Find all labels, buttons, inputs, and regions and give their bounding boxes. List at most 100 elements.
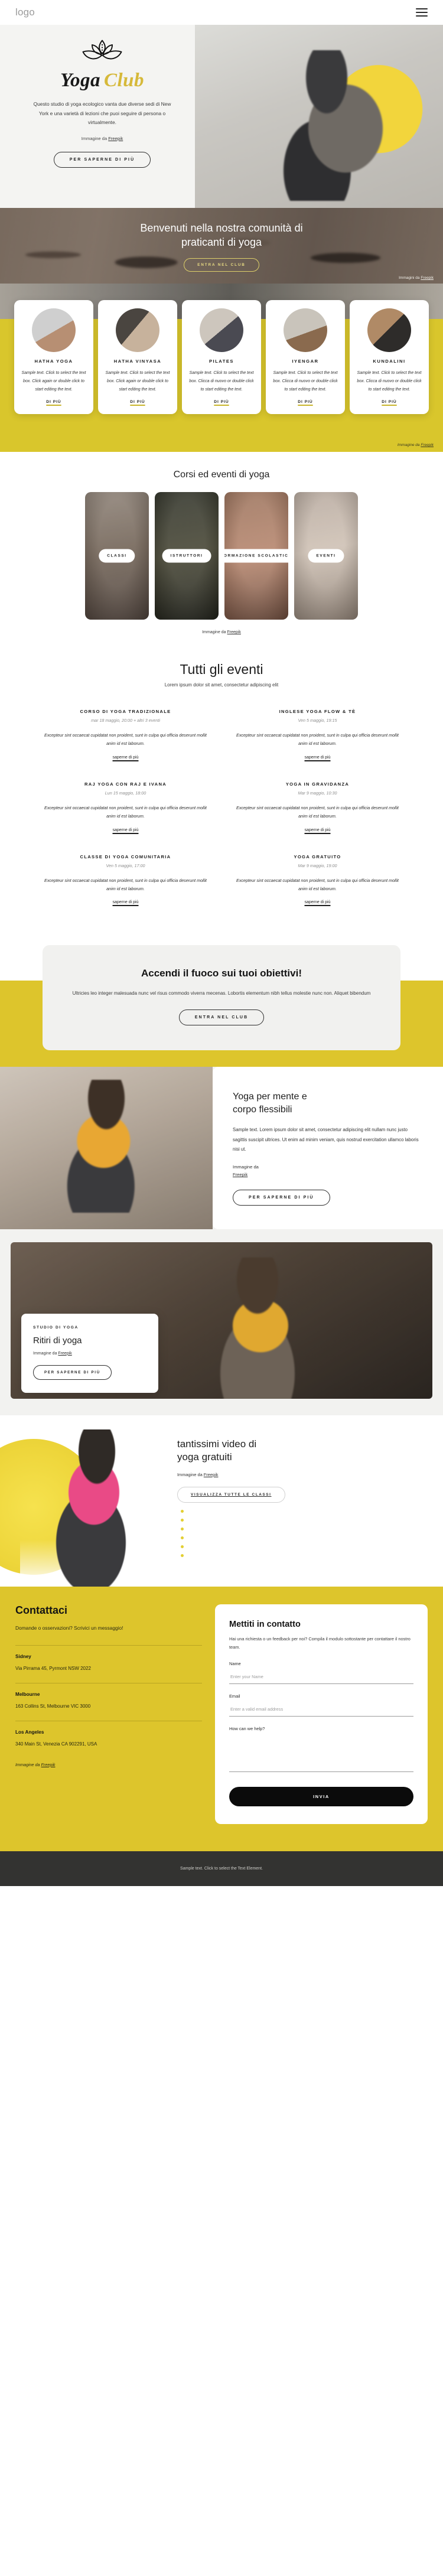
- yoga-styles-section: HATHA YOGA Sample text. Click to select …: [0, 284, 443, 452]
- yoga-style-more-link[interactable]: DI PIÙ: [214, 400, 229, 404]
- hero-content: Yoga Club Questo studio di yoga ecologico…: [5, 25, 200, 168]
- event-title: CLASSE DI YOGA COMUNITARIA: [80, 854, 171, 859]
- location-address: 340 Main St, Venezia CA 902291, USA: [15, 1741, 97, 1747]
- event-more-link[interactable]: saperne di più: [113, 755, 139, 760]
- cta-title: Accendi il fuoco sui tuoi obiettivi!: [141, 968, 302, 979]
- free-videos-content: tantissimi video di yoga gratuiti Immagi…: [177, 1438, 425, 1503]
- yoga-style-title: HATHA YOGA: [34, 359, 73, 364]
- contact-form-card: Mettiti in contatto Hai una richiesta o …: [215, 1604, 428, 1824]
- contact-heading: Contattaci: [15, 1604, 68, 1616]
- event-description: Excepteur sint occaecat cupidatat non pr…: [44, 805, 207, 819]
- course-card-istruttori[interactable]: ISTRUTTORI: [155, 492, 219, 620]
- courses-card-list: CLASSI ISTRUTTORI FORMAZIONE SCOLASTICA …: [0, 492, 443, 620]
- contact-subheading: Domande o osservazioni? Scrivici un mess…: [15, 1624, 123, 1631]
- free-videos-image: [20, 1429, 168, 1587]
- flexible-body-learn-more-button[interactable]: PER SAPERNE DI PIÙ: [233, 1189, 330, 1206]
- location-address: 163 Collins St, Melbourne VIC 3000: [15, 1703, 91, 1709]
- contact-image-credit: Immagine da Freepik: [15, 1762, 202, 1767]
- retreat-image-credit: Immagine da Freepik: [33, 1351, 146, 1356]
- dot: [181, 1527, 184, 1530]
- course-card-formazione[interactable]: FORMAZIONE SCOLASTICA: [224, 492, 288, 620]
- name-input[interactable]: [229, 1672, 413, 1684]
- decorative-dots: [181, 1509, 184, 1563]
- flexible-body-content: Yoga per mente e corpo flessibili Sample…: [213, 1067, 443, 1229]
- course-card-label[interactable]: ISTRUTTORI: [162, 549, 211, 563]
- free-videos-credit-prefix: Immagine da: [177, 1472, 204, 1477]
- event-description: Excepteur sint occaecat cupidatat non pr…: [44, 732, 207, 747]
- event-more-link[interactable]: saperne di più: [305, 755, 331, 760]
- message-textarea[interactable]: [229, 1735, 413, 1772]
- course-card-label[interactable]: EVENTI: [308, 549, 344, 563]
- email-input[interactable]: [229, 1704, 413, 1717]
- dot: [181, 1509, 184, 1513]
- hamburger-menu-icon[interactable]: [416, 8, 428, 17]
- welcome-title-line-1: Benvenuti nella nostra comunità di: [140, 222, 303, 234]
- yoga-style-card[interactable]: KUNDALINI Sample text. Click to select t…: [350, 300, 429, 414]
- yoga-style-avatar: [284, 308, 327, 352]
- course-card-classi[interactable]: CLASSI: [85, 492, 149, 620]
- hero-credit-link[interactable]: Freepik: [108, 136, 123, 141]
- yoga-style-avatar: [32, 308, 76, 352]
- flexible-body-image: [0, 1067, 213, 1229]
- yoga-style-more-link[interactable]: DI PIÙ: [382, 400, 396, 404]
- contact-credit-link[interactable]: Freepik: [41, 1762, 56, 1767]
- view-all-classes-button[interactable]: VISUALIZZA TUTTE LE CLASSI: [177, 1487, 285, 1503]
- welcome-join-club-button[interactable]: ENTRA NEL CLUB: [184, 258, 259, 272]
- event-title: RAJ YOGA CON RAJ E IVANA: [84, 781, 167, 787]
- courses-heading: Corsi ed eventi di yoga: [173, 470, 270, 480]
- event-item: CORSO DI YOGA TRADIZIONALE mar 18 maggio…: [41, 709, 210, 761]
- free-videos-credit-link[interactable]: Freepik: [204, 1472, 219, 1477]
- lotus-flower-icon: [82, 40, 122, 60]
- yoga-style-card[interactable]: HATHA YOGA Sample text. Click to select …: [14, 300, 93, 414]
- yoga-style-card[interactable]: HATHA VINYASA Sample text. Click to sele…: [98, 300, 177, 414]
- submit-button[interactable]: INVIA: [229, 1786, 413, 1806]
- location-address: Via Pirrama 45, Pyrmont NSW 2022: [15, 1665, 91, 1671]
- event-title: YOGA IN GRAVIDANZA: [285, 781, 350, 787]
- course-card-label[interactable]: FORMAZIONE SCOLASTICA: [224, 549, 288, 563]
- event-item: CLASSE DI YOGA COMUNITARIA Ven 5 maggio,…: [41, 854, 210, 907]
- event-more-link[interactable]: saperne di più: [113, 828, 139, 832]
- welcome-title: Benvenuti nella nostra comunità di prati…: [0, 221, 443, 250]
- free-videos-heading: tantissimi video di yoga gratuiti: [177, 1438, 425, 1464]
- yoga-style-more-link[interactable]: DI PIÙ: [46, 400, 61, 404]
- course-card-label[interactable]: CLASSI: [99, 549, 135, 563]
- brand-word-yoga: Yoga: [60, 70, 100, 91]
- yoga-style-card[interactable]: IYENGAR Sample text. Click to select the…: [266, 300, 345, 414]
- retreat-learn-more-button[interactable]: PER SAPERNE DI PIÙ: [33, 1364, 112, 1380]
- dot: [181, 1536, 184, 1539]
- yoga-style-avatar: [200, 308, 243, 352]
- brand-word-club: Club: [103, 70, 145, 91]
- flexible-body-image-credit: Immagine da Freepik: [233, 1163, 423, 1179]
- retreat-section: STUDIO DI YOGA Ritiri di yoga Immagine d…: [0, 1229, 443, 1415]
- event-more-link[interactable]: saperne di più: [305, 828, 331, 832]
- course-card-eventi[interactable]: EVENTI: [294, 492, 358, 620]
- retreat-kicker: STUDIO DI YOGA: [33, 1325, 79, 1330]
- free-videos-heading-line-2: yoga gratuiti: [177, 1451, 232, 1463]
- courses-credit-link[interactable]: Freepik: [227, 630, 241, 634]
- site-logo[interactable]: logo: [15, 6, 35, 18]
- events-subheading: Lorem ipsum dolor sit amet, consectetur …: [164, 682, 279, 688]
- yoga-style-more-link[interactable]: DI PIÙ: [130, 400, 145, 404]
- event-more-link[interactable]: saperne di più: [113, 900, 139, 904]
- events-heading: Tutti gli eventi: [180, 662, 263, 677]
- welcome-credit-link[interactable]: Freepik: [421, 276, 434, 280]
- yoga-style-title: KUNDALINI: [373, 359, 406, 364]
- styles-credit-link[interactable]: Freepik: [421, 443, 434, 447]
- retreat-card: STUDIO DI YOGA Ritiri di yoga Immagine d…: [21, 1313, 158, 1393]
- welcome-banner-section: Benvenuti nella nostra comunità di prati…: [0, 208, 443, 284]
- courses-credit-prefix: Immagine da: [202, 630, 227, 634]
- events-section: Tutti gli eventi Lorem ipsum dolor sit a…: [0, 644, 443, 930]
- event-description: Excepteur sint occaecat cupidatat non pr…: [236, 805, 399, 819]
- yoga-style-avatar: [367, 308, 411, 352]
- flexible-body-credit-link[interactable]: Freepik: [233, 1172, 247, 1177]
- dot: [181, 1554, 184, 1557]
- name-field-group: Name: [229, 1661, 413, 1684]
- cta-section: Accendi il fuoco sui tuoi obiettivi! Ult…: [0, 930, 443, 1064]
- retreat-credit-link[interactable]: Freepik: [58, 1351, 71, 1356]
- yoga-style-card[interactable]: PILATES Sample text. Click to select the…: [182, 300, 261, 414]
- flexible-body-text: Sample text. Lorem ipsum dolor sit amet,…: [233, 1127, 419, 1152]
- hero-learn-more-button[interactable]: PER SAPERNE DI PIÙ: [53, 151, 151, 168]
- cta-join-club-button[interactable]: ENTRA NEL CLUB: [178, 1009, 265, 1026]
- yoga-style-more-link[interactable]: DI PIÙ: [298, 400, 312, 404]
- event-more-link[interactable]: saperne di più: [305, 900, 331, 904]
